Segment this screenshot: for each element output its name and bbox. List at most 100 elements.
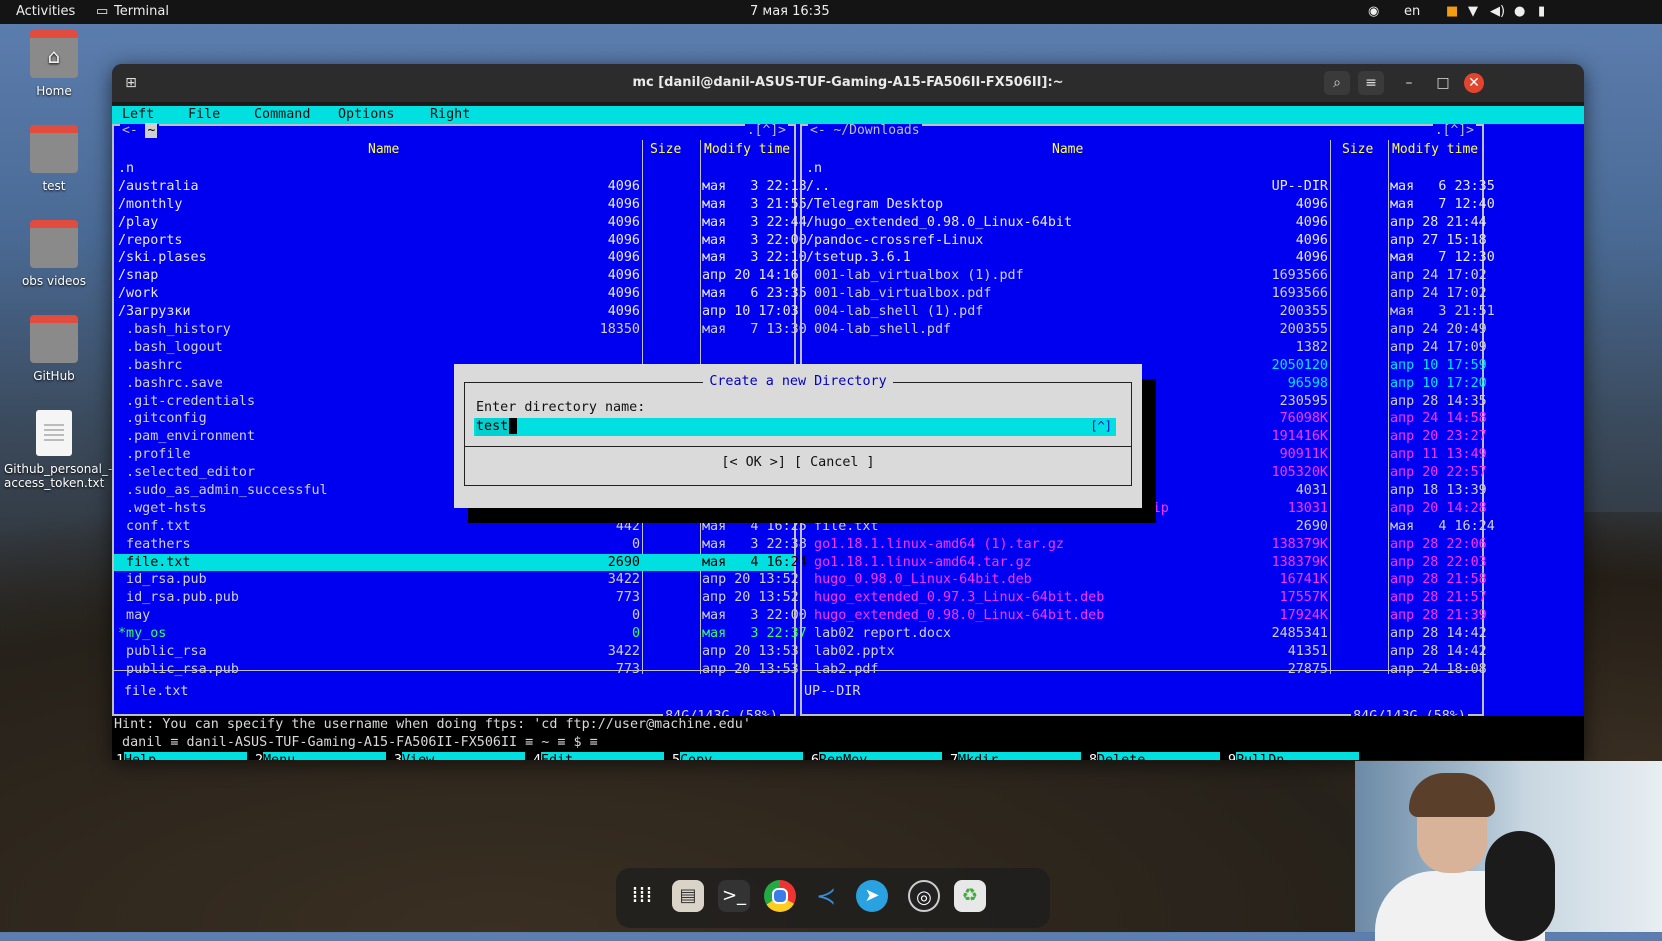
mic-icon[interactable]: ● xyxy=(1514,4,1525,19)
fkey-edit[interactable]: 4Edit xyxy=(529,752,668,760)
fkey-copy[interactable]: 5Copy xyxy=(668,752,807,760)
input-history-button[interactable]: [^] xyxy=(1090,419,1112,433)
file-row[interactable]: /reports 4096 мая 3 22:00 xyxy=(114,232,807,250)
telegram-icon[interactable]: ➤ xyxy=(856,880,888,912)
maximize-icon[interactable]: □ xyxy=(1430,71,1456,95)
apps-grid-icon[interactable]: ⁞⁞⁞ xyxy=(626,880,658,912)
file-row[interactable]: 001-lab_virtualbox (1).pdf 1693566 апр 24 … xyxy=(802,267,1487,285)
file-row[interactable]: /play 4096 мая 3 22:44 xyxy=(114,214,807,232)
file-row[interactable]: hugo_extended_0.98.0_Linux-64bit.deb 1792… xyxy=(802,607,1487,625)
menu-right[interactable]: Right xyxy=(430,107,470,122)
menu-file[interactable]: File xyxy=(188,107,220,122)
col-header-size[interactable]: Size xyxy=(1342,142,1373,157)
file-row[interactable]: .bash_history 18350 мая 7 13:30 xyxy=(114,321,807,339)
chrome-status-icon[interactable]: ◉ xyxy=(1368,4,1379,19)
obs-icon[interactable]: ◎ xyxy=(908,880,940,912)
volume-icon[interactable]: ◀) xyxy=(1490,4,1505,19)
file-row[interactable]: lab02.pptx 41351 апр 28 14:42 xyxy=(802,643,1487,661)
shell-prompt[interactable]: danil ≡ danil-ASUS-TUF-Gaming-A15-FA506I… xyxy=(112,734,1584,752)
search-icon[interactable]: ⌕ xyxy=(1324,71,1350,95)
desktop-icon-home[interactable]: ⌂ Home xyxy=(4,30,104,98)
file-row[interactable]: go1.18.1.linux-amd64 (1).tar.gz 138379K ап… xyxy=(802,536,1487,554)
fkey-renmov[interactable]: 6RenMov xyxy=(807,752,946,760)
col-header-name[interactable]: Name xyxy=(1052,142,1083,157)
file-row[interactable]: .n xyxy=(114,160,794,178)
app-menu-label[interactable]: Terminal xyxy=(114,4,169,19)
file-row[interactable]: /snap 4096 апр 20 14:16 xyxy=(114,267,799,285)
close-icon[interactable]: ✕ xyxy=(1464,73,1484,93)
file-row[interactable]: lab02 report.docx 2485341 апр 28 14:42 xyxy=(802,625,1487,643)
file-size: 4096 xyxy=(1295,250,1328,266)
desktop-icon-token-file[interactable]: Github_personal_-access_token.txt xyxy=(4,410,112,490)
col-header-size[interactable]: Size xyxy=(650,142,681,157)
file-name: .n xyxy=(806,161,823,176)
left-panel-path[interactable]: <- ~ xyxy=(120,123,160,138)
file-row[interactable]: /Telegram Desktop 4096 мая 7 12:40 xyxy=(802,196,1495,214)
fkey-mkdir[interactable]: 7Mkdir xyxy=(946,752,1085,760)
desktop-icon-obs-videos[interactable]: obs videos xyxy=(4,220,104,288)
file-row[interactable]: feathers 0 мая 3 22:38 xyxy=(114,536,807,554)
wifi-icon[interactable]: ▼ xyxy=(1468,4,1478,19)
file-row[interactable]: public_rsa 3422 апр 20 13:53 xyxy=(114,643,799,661)
file-row[interactable]: /work 4096 мая 6 23:35 xyxy=(114,285,807,303)
desktop-icon-github[interactable]: GitHub xyxy=(4,315,104,383)
hamburger-menu-icon[interactable]: ≡ xyxy=(1358,71,1384,95)
file-row[interactable]: /Загрузки 4096 апр 10 17:03 xyxy=(114,303,799,321)
file-row[interactable]: /hugo_extended_0.98.0_Linux-64bit 4096 апр… xyxy=(802,214,1487,232)
window-titlebar[interactable]: ⊞ mc [danil@danil-ASUS-TUF-Gaming-A15-FA… xyxy=(112,64,1584,102)
right-status: UP--DIR xyxy=(804,684,861,699)
cancel-button[interactable]: [ Cancel ] xyxy=(794,455,875,470)
update-icon[interactable]: ■ xyxy=(1446,4,1458,19)
menu-options[interactable]: Options xyxy=(338,107,394,122)
files-icon[interactable]: ▤ xyxy=(672,880,704,912)
left-panel-history[interactable]: .[^]> xyxy=(744,124,788,138)
col-header-mtime[interactable]: Modify time xyxy=(1392,142,1478,157)
file-size: 2690 xyxy=(1295,518,1328,534)
file-name: /Telegram Desktop xyxy=(806,196,944,212)
minimize-icon[interactable]: – xyxy=(1396,71,1422,95)
fkey-delete[interactable]: 8Delete xyxy=(1085,752,1224,760)
file-row[interactable]: hugo_0.98.0_Linux-64bit.deb 16741K апр 28 … xyxy=(802,571,1487,589)
file-row[interactable]: /.. UP--DIR мая 6 23:35 xyxy=(802,178,1495,196)
fkey-help[interactable]: 1Help xyxy=(112,752,251,760)
chrome-icon[interactable] xyxy=(764,880,796,912)
file-row[interactable]: file.txt 2690 мая 4 16:24 xyxy=(114,553,807,572)
terminal-icon[interactable]: >_ xyxy=(718,880,750,912)
directory-name-input[interactable]: test [^] xyxy=(474,418,1116,436)
right-panel-path[interactable]: <- ~/Downloads xyxy=(808,124,922,138)
menu-left[interactable]: Left xyxy=(122,107,154,122)
file-row[interactable]: hugo_extended_0.97.3_Linux-64bit.deb 1755… xyxy=(802,589,1487,607)
file-row[interactable]: .n xyxy=(802,160,1482,178)
file-row[interactable]: go1.18.1.linux-amd64.tar.gz 138379K апр 28… xyxy=(802,554,1487,572)
right-panel-history[interactable]: .[^]> xyxy=(1432,124,1476,138)
fkey-view[interactable]: 3View xyxy=(390,752,529,760)
file-name: /australia xyxy=(118,178,199,194)
file-row[interactable]: may 0 мая 3 22:00 xyxy=(114,607,807,625)
file-row[interactable]: /pandoc-crossref-Linux 4096 апр 27 15:18 xyxy=(802,232,1487,250)
desktop-icon-test[interactable]: test xyxy=(4,125,104,193)
battery-icon[interactable]: ▮ xyxy=(1538,4,1545,19)
file-row[interactable]: 004-lab_shell (1).pdf 200355 мая 3 21:51 xyxy=(802,303,1495,321)
vscode-icon[interactable]: ≺ xyxy=(810,880,842,912)
file-row[interactable]: /ski.plases 4096 мая 3 22:10 xyxy=(114,249,807,267)
trash-icon[interactable]: ♻ xyxy=(954,880,986,912)
fkey-menu[interactable]: 2Menu xyxy=(251,752,390,760)
file-row[interactable]: /monthly 4096 мая 3 21:55 xyxy=(114,196,807,214)
activities-button[interactable]: Activities xyxy=(16,4,75,19)
file-row[interactable]: id_rsa.pub 3422 апр 20 13:52 xyxy=(114,571,799,589)
file-row[interactable]: *my_os 0 мая 3 22:37 xyxy=(114,625,807,643)
file-row[interactable]: 004-lab_shell.pdf 200355 апр 24 20:49 xyxy=(802,321,1487,339)
col-header-mtime[interactable]: Modify time xyxy=(704,142,790,157)
file-row[interactable]: /tsetup.3.6.1 4096 мая 7 12:30 xyxy=(802,249,1495,267)
fkey-pulldn[interactable]: 9PullDn xyxy=(1224,752,1363,760)
keyboard-language[interactable]: en xyxy=(1404,4,1420,19)
file-row[interactable]: /australia 4096 мая 3 22:13 xyxy=(114,178,807,196)
file-row[interactable]: id_rsa.pub.pub 773 апр 20 13:52 xyxy=(114,589,799,607)
col-header-name[interactable]: Name xyxy=(368,142,399,157)
ok-button[interactable]: [< OK >] xyxy=(721,455,786,470)
clock[interactable]: 7 мая 16:35 xyxy=(750,4,830,19)
file-row[interactable]: 001-lab_virtualbox.pdf 1693566 апр 24 17:0… xyxy=(802,285,1487,303)
file-row[interactable]: 1382 апр 24 17:09 xyxy=(802,339,1487,357)
menu-command[interactable]: Command xyxy=(254,107,310,122)
file-row[interactable]: .bash_logout xyxy=(114,339,794,357)
